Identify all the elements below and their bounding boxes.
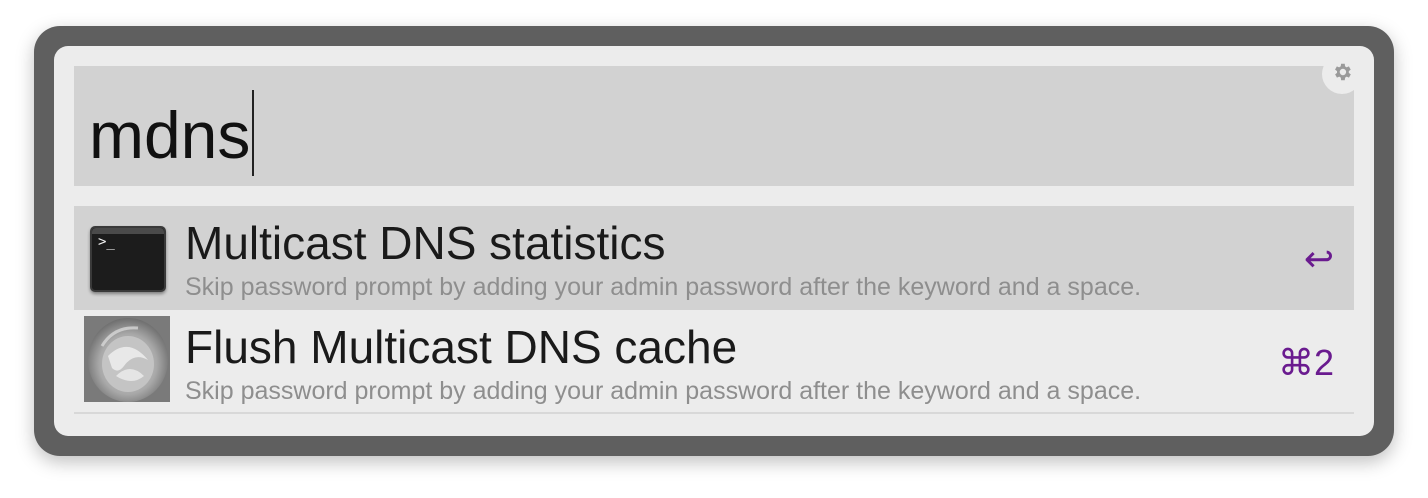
- toilet-flush-icon: [84, 316, 170, 402]
- result-item-mdns-statistics[interactable]: >_ Multicast DNS statistics Skip passwor…: [74, 206, 1354, 310]
- result-item-flush-mdns-cache[interactable]: Flush Multicast DNS cache Skip password …: [74, 310, 1354, 414]
- text-caret: [252, 90, 255, 176]
- search-query-text: mdns: [89, 98, 251, 172]
- result-subtitle: Skip password prompt by adding your admi…: [185, 377, 1142, 405]
- search-query[interactable]: mdns: [89, 90, 255, 176]
- gear-icon[interactable]: [1331, 61, 1353, 88]
- result-title: Multicast DNS statistics: [185, 217, 666, 269]
- terminal-icon: >_: [84, 220, 170, 306]
- launcher-panel: mdns >_ Multicast DNS statistics Skip pa…: [54, 46, 1374, 436]
- settings-button[interactable]: [1322, 54, 1362, 94]
- result-title: Flush Multicast DNS cache: [185, 321, 738, 373]
- launcher-window: mdns >_ Multicast DNS statistics Skip pa…: [34, 26, 1394, 456]
- shortcut-cmd-2: ⌘2: [1277, 342, 1334, 383]
- search-input[interactable]: mdns: [74, 54, 1362, 186]
- return-key-icon: ↩: [1303, 238, 1334, 279]
- result-subtitle: Skip password prompt by adding your admi…: [185, 273, 1142, 301]
